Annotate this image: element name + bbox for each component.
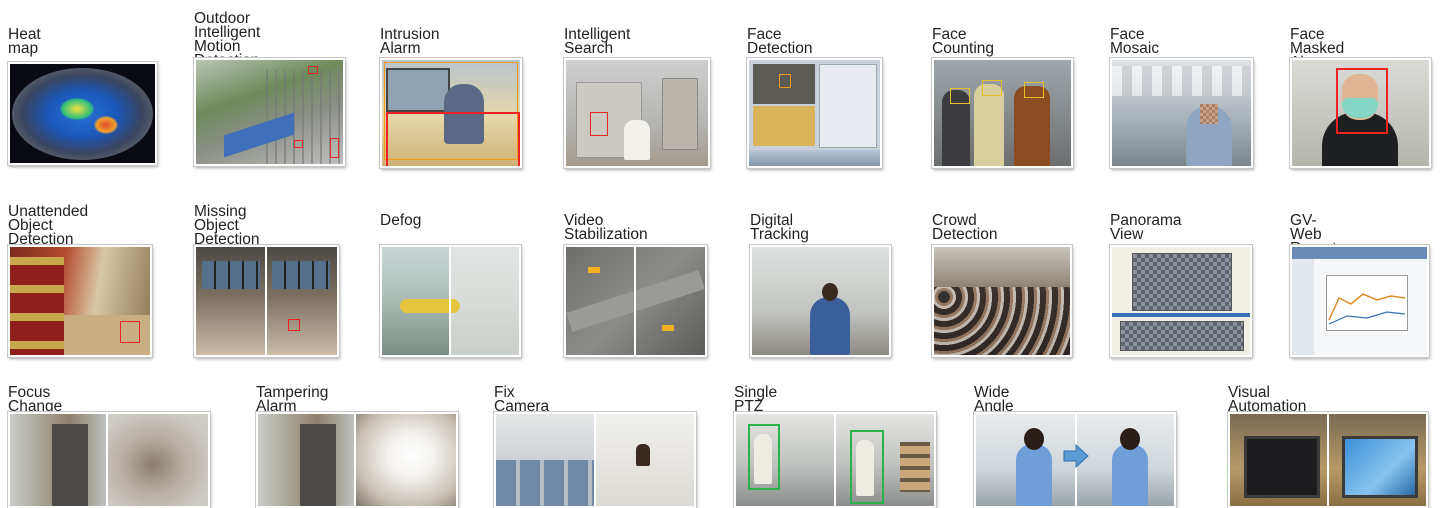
taxi [662,325,674,331]
intrusion-alarm-thumbnail[interactable] [380,58,522,168]
taxi [588,267,600,273]
person-head [1024,428,1044,450]
face-detection-thumbnail[interactable] [747,58,882,168]
feature-label: Digital Tracking [750,212,809,243]
feature-label: Unattended Object Detection [8,203,89,248]
monitor-wall [272,261,330,289]
feature-label: Tampering Alarm [256,384,329,415]
report-chart-lines [1328,293,1406,325]
digital-tracking-thumbnail[interactable] [750,245,891,357]
person [624,120,650,160]
crowd-detection-thumbnail[interactable] [932,245,1072,357]
visual-automation-thumbnail[interactable] [1228,412,1428,508]
screen-on [1342,436,1418,498]
panorama-view-thumbnail[interactable] [1110,245,1252,357]
face-box [982,80,1002,96]
missing-object-box [288,319,300,331]
person [1014,86,1050,166]
tampering-alarm-thumbnail[interactable] [256,412,458,508]
detection-box [308,66,318,74]
tracking-box [748,424,780,490]
face-masked-alarm-thumbnail[interactable] [1290,58,1431,168]
feature-label: Defog [380,212,422,229]
split-divider [449,247,451,355]
detection-box [294,140,303,148]
outdoor-motion-thumbnail[interactable] [194,58,345,166]
feature-label: Visual Automation [1228,384,1307,415]
split-divider [634,247,636,355]
split-divider [265,247,267,355]
shelf [900,442,930,492]
arrow-right-icon [1063,444,1089,468]
side-panel [819,64,877,148]
monitor-wall [202,261,260,289]
heat-spot [60,98,94,120]
feature-label: Intelligent Search [564,26,631,57]
heat-spot [94,116,118,134]
grid-view [1132,253,1232,311]
single-ptz-thumbnail[interactable] [734,412,936,508]
report-chart [1326,275,1408,331]
split-divider [834,414,836,506]
intelligent-search-thumbnail[interactable] [564,58,710,168]
feature-label: Panorama View [1110,212,1182,243]
face-box [950,88,970,104]
door [52,424,88,506]
feature-label: Face Mosaic [1110,26,1160,57]
fog-half [450,247,519,355]
face-counting-thumbnail[interactable] [932,58,1073,168]
tracking-box [850,430,884,504]
screen-off [1244,436,1320,498]
feature-label: Video Stabilization [564,212,648,243]
face-box [1024,82,1044,98]
feature-label: Crowd Detection [932,212,998,243]
alarm-box [1336,68,1388,134]
video-pane [753,106,815,146]
person [810,297,850,355]
person-head [1120,428,1140,450]
tampered-view [356,414,456,506]
alarm-box [386,112,520,166]
unattended-object-thumbnail[interactable] [8,245,152,357]
feature-label: Face Detection [747,26,813,57]
wide-angle-dewarping-thumbnail[interactable] [974,412,1176,508]
person [974,84,1004,166]
person [1016,444,1052,506]
cubicles [496,460,594,506]
ceiling-lights [1112,66,1251,96]
defog-thumbnail[interactable] [380,245,521,357]
person [636,444,650,466]
focus-change-alarm-thumbnail[interactable] [8,412,210,508]
split-divider [1327,414,1329,506]
train [10,257,64,355]
airplane [400,299,460,313]
feature-label: Missing Object Detection [194,203,260,248]
report-header [1292,247,1427,259]
feature-label: Heat map [8,26,41,57]
panorama-strip [1120,321,1244,351]
gv-web-report-thumbnail[interactable] [1290,245,1429,357]
person [1112,444,1148,506]
report-sidebar [1292,259,1314,355]
missing-object-thumbnail[interactable] [194,245,339,357]
crowd [934,287,1070,355]
mosaic-face [1200,104,1218,124]
heat-map-thumbnail[interactable] [8,62,157,165]
fix-camera-ptz-thumbnail[interactable] [494,412,696,508]
door [300,424,336,506]
toolbar [749,150,880,166]
object-box [120,321,140,343]
person-head [822,283,838,301]
feature-label: Intrusion Alarm [380,26,440,57]
detection-box [330,138,339,158]
panel [662,78,698,150]
search-region-box [590,112,608,136]
blurred-view [108,414,208,506]
face-mosaic-thumbnail[interactable] [1110,58,1253,168]
video-stabilization-thumbnail[interactable] [564,245,707,357]
panorama-bar [1112,313,1250,317]
feature-label: Face Counting [932,26,995,57]
face-box [779,74,791,88]
